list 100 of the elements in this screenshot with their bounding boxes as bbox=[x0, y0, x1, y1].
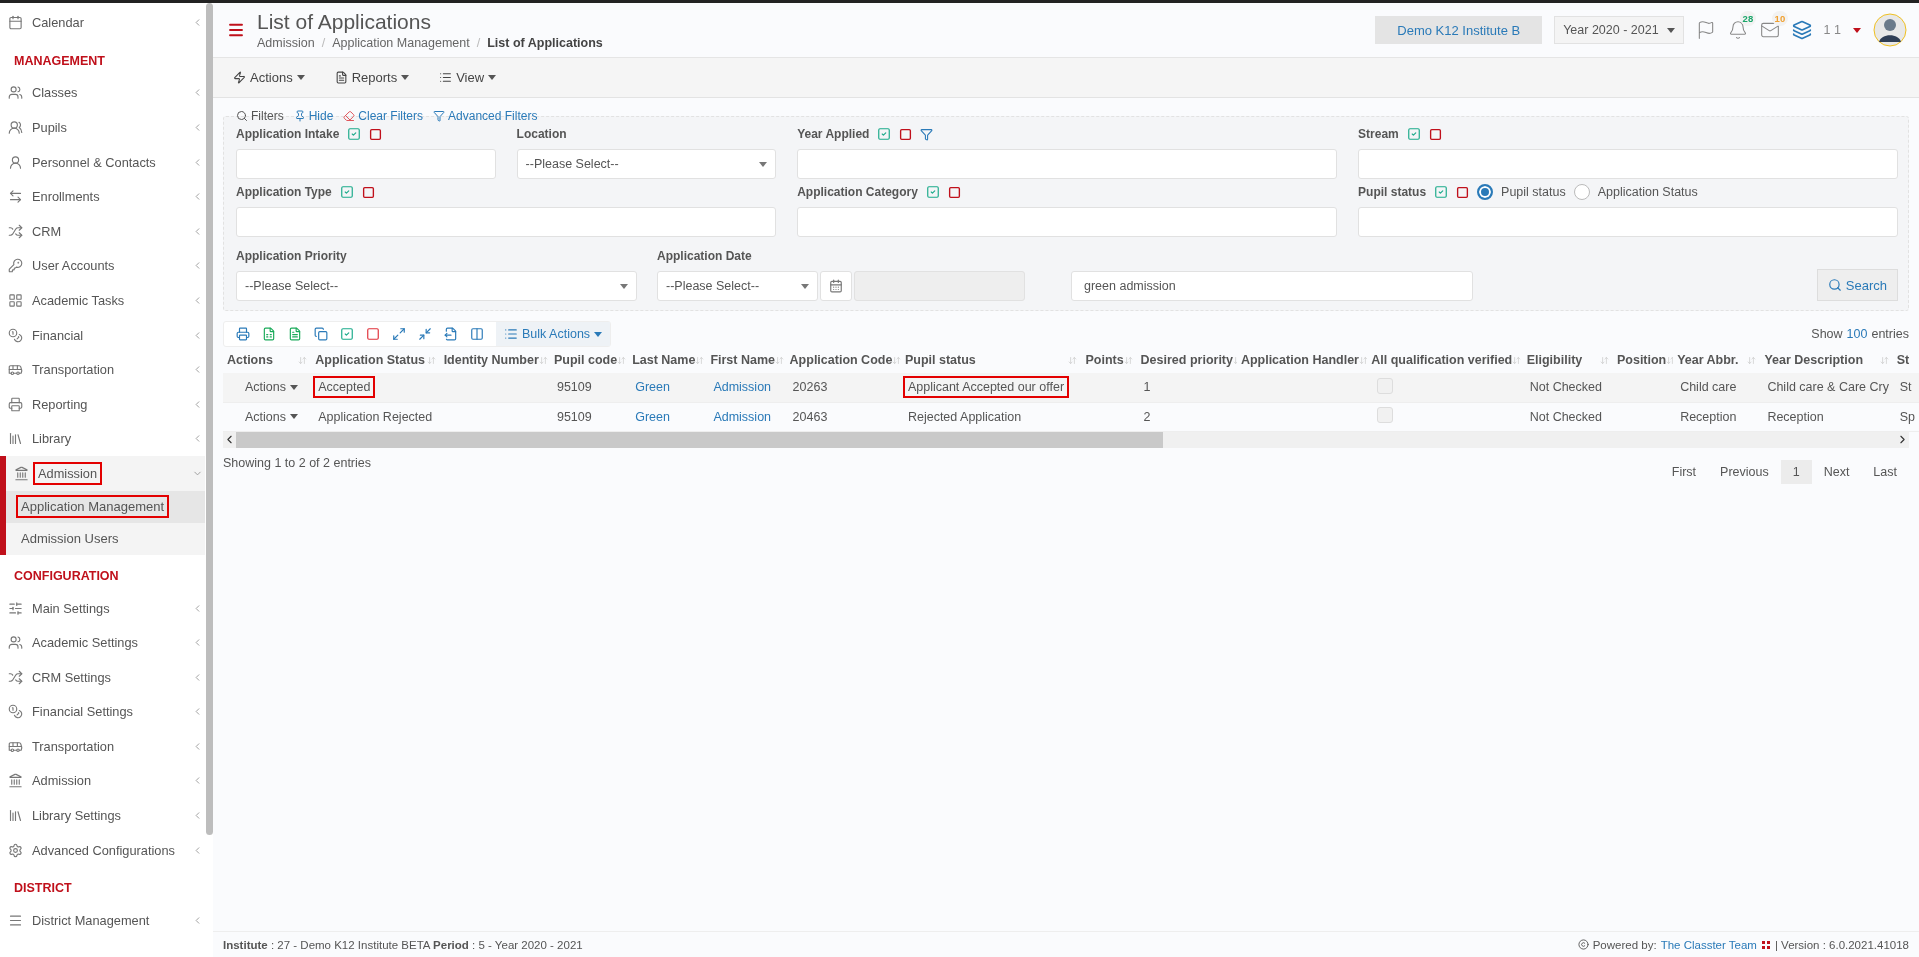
column-header[interactable]: Position bbox=[1616, 353, 1667, 367]
column-header[interactable]: Year Description bbox=[1764, 353, 1864, 367]
column-header[interactable]: Application Code bbox=[789, 353, 893, 367]
column-header[interactable]: Points bbox=[1085, 353, 1124, 367]
radio-label: Pupil status bbox=[1501, 185, 1566, 199]
column-header[interactable]: Last Name bbox=[632, 353, 696, 367]
keyword-field[interactable]: green admission bbox=[1071, 271, 1473, 301]
sidebar-item[interactable]: Transportation bbox=[29, 736, 118, 756]
filter-link[interactable]: Advanced Filters bbox=[433, 109, 538, 123]
sidebar-item[interactable]: Transportation bbox=[29, 360, 118, 380]
page-button[interactable]: Next bbox=[1811, 459, 1862, 484]
table-link[interactable]: Admission bbox=[710, 378, 775, 397]
column-header[interactable]: Eligibility bbox=[1526, 353, 1583, 367]
sidebar-item[interactable]: District Management bbox=[29, 911, 153, 931]
field-label: Year Applied bbox=[797, 127, 870, 141]
column-header[interactable]: Application Handler bbox=[1240, 353, 1359, 367]
year-select[interactable]: Year 2020 - 2021 bbox=[1554, 16, 1684, 44]
priority-select[interactable]: --Please Select-- bbox=[236, 271, 637, 301]
table-cell-text: St bbox=[1898, 379, 1913, 397]
breadcrumb[interactable]: Application Management bbox=[332, 36, 470, 50]
table-cell-text: 95109 bbox=[555, 379, 593, 397]
breadcrumb-separator: / bbox=[321, 36, 326, 50]
sidebar-subitem[interactable]: Admission Users bbox=[18, 529, 122, 549]
radio-label: Application Status bbox=[1597, 185, 1698, 199]
filters-label: Filters bbox=[236, 109, 284, 123]
field-label: Application Type bbox=[236, 185, 332, 199]
team-link[interactable]: The Classter Team bbox=[1660, 938, 1757, 951]
sidebar-item[interactable]: Advanced Configurations bbox=[29, 840, 178, 860]
table-cell-text: 20263 bbox=[791, 379, 829, 397]
toolbar-dropdown[interactable]: Actions bbox=[233, 70, 305, 85]
column-header[interactable]: Pupil code bbox=[553, 353, 618, 367]
table-link[interactable]: Green bbox=[632, 407, 673, 426]
entries-label: entries bbox=[1871, 327, 1909, 341]
field-label: Location bbox=[516, 127, 567, 141]
bulk-actions-button[interactable]: Bulk Actions bbox=[496, 322, 611, 346]
actions-dropdown[interactable]: Actions bbox=[227, 380, 298, 395]
actions-dropdown[interactable]: Actions bbox=[227, 409, 298, 424]
institute-button[interactable]: Demo K12 Institute B bbox=[1375, 16, 1543, 44]
column-header[interactable]: All qualification verified bbox=[1371, 353, 1513, 367]
column-header[interactable]: Desired priority bbox=[1140, 353, 1233, 367]
breadcrumb[interactable]: Admission bbox=[257, 36, 315, 50]
page-button[interactable]: Last bbox=[1861, 459, 1909, 484]
sidebar-item[interactable]: Financial bbox=[29, 325, 87, 345]
filter-link[interactable]: Hide bbox=[293, 109, 334, 123]
sidebar-item[interactable]: Calendar bbox=[29, 12, 87, 32]
sidebar-item[interactable]: Academic Tasks bbox=[29, 290, 128, 310]
location-select[interactable]: --Please Select-- bbox=[516, 149, 777, 179]
breadcrumb-separator: / bbox=[476, 36, 481, 50]
table-cell-text: Reception bbox=[1766, 408, 1825, 426]
sidebar-item[interactable]: Personnel & Contacts bbox=[29, 152, 159, 172]
column-header[interactable]: Year Abbr. bbox=[1677, 353, 1739, 367]
user-name[interactable]: 1 1 bbox=[1823, 23, 1841, 37]
sidebar-item[interactable]: Main Settings bbox=[29, 598, 113, 618]
sidebar-item[interactable]: CRM Settings bbox=[29, 667, 114, 687]
field-label: Pupil status bbox=[1358, 185, 1427, 199]
search-button[interactable]: Search bbox=[1816, 269, 1898, 301]
section-title: DISTRICT bbox=[13, 880, 73, 898]
page-size-select[interactable]: 100 bbox=[1846, 327, 1868, 341]
column-header[interactable]: St bbox=[1896, 353, 1910, 367]
sidebar-item[interactable]: Classes bbox=[29, 83, 81, 103]
column-header[interactable]: Identity Number bbox=[443, 353, 539, 367]
sidebar-item[interactable]: Admission bbox=[29, 771, 95, 791]
date-select[interactable]: --Please Select-- bbox=[657, 271, 818, 301]
table-cell-text: Child care & Care Cry bbox=[1766, 379, 1890, 397]
sidebar-item[interactable]: User Accounts bbox=[29, 256, 118, 276]
version-label: | Version : 6.0.2021.41018 bbox=[1774, 938, 1909, 951]
notification-count: 28 bbox=[1739, 11, 1757, 26]
breadcrumb: List of Applications bbox=[487, 36, 603, 50]
field-label: Application Category bbox=[797, 185, 918, 199]
page-button[interactable]: First bbox=[1659, 459, 1709, 484]
toolbar-dropdown[interactable]: View bbox=[439, 70, 497, 85]
show-label: Show bbox=[1811, 327, 1843, 341]
sidebar-item[interactable]: Library bbox=[29, 429, 75, 449]
sidebar-item[interactable]: Admission bbox=[35, 463, 101, 483]
column-header[interactable]: Pupil status bbox=[904, 353, 976, 367]
powered-label: Powered by: bbox=[1592, 938, 1657, 951]
sidebar-item[interactable]: Enrollments bbox=[29, 187, 103, 207]
filter-link[interactable]: Clear Filters bbox=[343, 109, 424, 123]
entries-info: Showing 1 to 2 of 2 entries bbox=[223, 455, 371, 470]
toolbar-dropdown[interactable]: Reports bbox=[334, 70, 410, 85]
table-cell-text: 2 bbox=[1142, 408, 1152, 426]
column-header[interactable]: First Name bbox=[710, 353, 775, 367]
table-link[interactable]: Green bbox=[632, 378, 673, 397]
column-header[interactable]: Actions bbox=[227, 353, 273, 367]
table-link[interactable]: Admission bbox=[710, 407, 775, 426]
sidebar-item[interactable]: CRM bbox=[29, 221, 65, 241]
sidebar-item[interactable]: Pupils bbox=[29, 118, 70, 137]
sidebar-item[interactable]: Financial Settings bbox=[29, 702, 136, 722]
message-count: 10 bbox=[1771, 11, 1789, 26]
table-cell: Applicant Accepted our offer bbox=[904, 378, 1068, 397]
table-cell-text: Not Checked bbox=[1528, 379, 1603, 397]
column-header[interactable]: Application Status bbox=[315, 353, 425, 367]
table-cell: Accepted bbox=[315, 378, 374, 397]
sidebar-item[interactable]: Reporting bbox=[29, 394, 91, 414]
table-cell-text: Sp bbox=[1898, 408, 1917, 426]
table-cell-text: Rejected Application bbox=[906, 408, 1023, 426]
sidebar-item[interactable]: Library Settings bbox=[29, 806, 124, 826]
page-button[interactable]: 1 bbox=[1780, 459, 1812, 484]
page-button[interactable]: Previous bbox=[1708, 459, 1781, 484]
sidebar-item[interactable]: Academic Settings bbox=[29, 633, 141, 653]
